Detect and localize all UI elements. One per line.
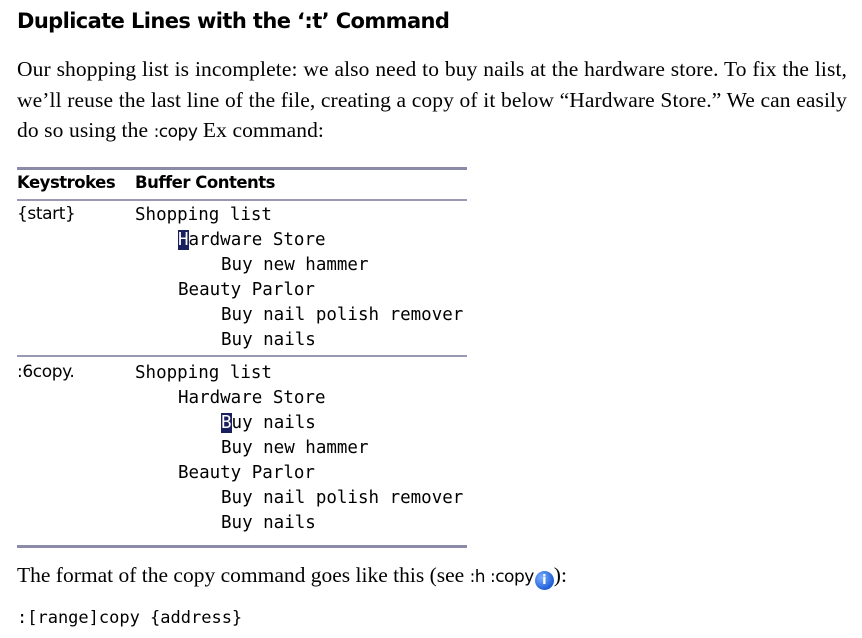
cursor-block: B bbox=[221, 413, 232, 433]
buffer-line: Buy nails bbox=[135, 411, 463, 436]
info-icon: i bbox=[534, 571, 554, 590]
command-syntax: :[range]copy {address} bbox=[17, 608, 243, 628]
buffer-line: Beauty Parlor bbox=[135, 278, 463, 303]
buffer-line-text: Buy nails bbox=[221, 330, 316, 350]
buffer-line-text: Buy nail polish remover bbox=[221, 488, 464, 508]
help-reference: :h :copy bbox=[469, 567, 535, 587]
keystroke-cell: {start} bbox=[17, 204, 76, 224]
buffer-line-text: Beauty Parlor bbox=[178, 463, 315, 483]
buffer-contents: Shopping list Hardware Store Buy new hamme… bbox=[135, 203, 463, 353]
buffer-line-text: Buy nails bbox=[221, 513, 316, 533]
footer-paragraph: The format of the copy command goes like… bbox=[17, 563, 567, 590]
buffer-line-text: Shopping list bbox=[135, 363, 272, 383]
table-top-rule bbox=[17, 167, 467, 170]
buffer-line: Hardware Store bbox=[135, 386, 463, 411]
inline-command: :copy bbox=[153, 122, 198, 142]
paragraph-text-end: Ex command: bbox=[197, 118, 324, 142]
buffer-line: Shopping list bbox=[135, 361, 463, 386]
table-bottom-rule bbox=[17, 545, 467, 548]
footer-text: The format of the copy command goes like… bbox=[17, 563, 470, 587]
buffer-line: Hardware Store bbox=[135, 228, 463, 253]
buffer-line: Buy nail polish remover bbox=[135, 303, 463, 328]
header-keystrokes: Keystrokes bbox=[17, 173, 116, 192]
buffer-line-text: ardware Store bbox=[188, 230, 326, 250]
header-buffer-contents: Buffer Contents bbox=[135, 173, 275, 192]
buffer-line: Buy nail polish remover bbox=[135, 486, 463, 511]
buffer-contents: Shopping list Hardware Store Buy nails Buy … bbox=[135, 361, 463, 536]
buffer-line: Buy nails bbox=[135, 511, 463, 536]
buffer-line-text: Shopping list bbox=[135, 205, 272, 225]
buffer-line-text: uy nails bbox=[231, 413, 316, 433]
footer-text-end: ): bbox=[553, 563, 567, 587]
buffer-line: Buy new hammer bbox=[135, 436, 463, 461]
paragraph-text: Our shopping list is incomplete: we also… bbox=[17, 57, 847, 142]
buffer-line: Shopping list bbox=[135, 203, 463, 228]
buffer-line: Buy new hammer bbox=[135, 253, 463, 278]
section-heading: Duplicate Lines with the ‘:t’ Command bbox=[17, 9, 450, 33]
buffer-line: Beauty Parlor bbox=[135, 461, 463, 486]
buffer-line-text: Hardware Store bbox=[178, 388, 326, 408]
buffer-line-text: Buy nail polish remover bbox=[221, 305, 464, 325]
header-rule bbox=[17, 199, 467, 201]
buffer-line: Buy nails bbox=[135, 328, 463, 353]
buffer-line-text: Beauty Parlor bbox=[178, 280, 315, 300]
body-paragraph: Our shopping list is incomplete: we also… bbox=[17, 54, 847, 148]
keystroke-cell: :6copy. bbox=[17, 362, 75, 382]
cursor-block: H bbox=[178, 230, 189, 250]
buffer-line-text: Buy new hammer bbox=[221, 438, 369, 458]
buffer-line-text: Buy new hammer bbox=[221, 255, 369, 275]
row-rule bbox=[17, 355, 467, 357]
